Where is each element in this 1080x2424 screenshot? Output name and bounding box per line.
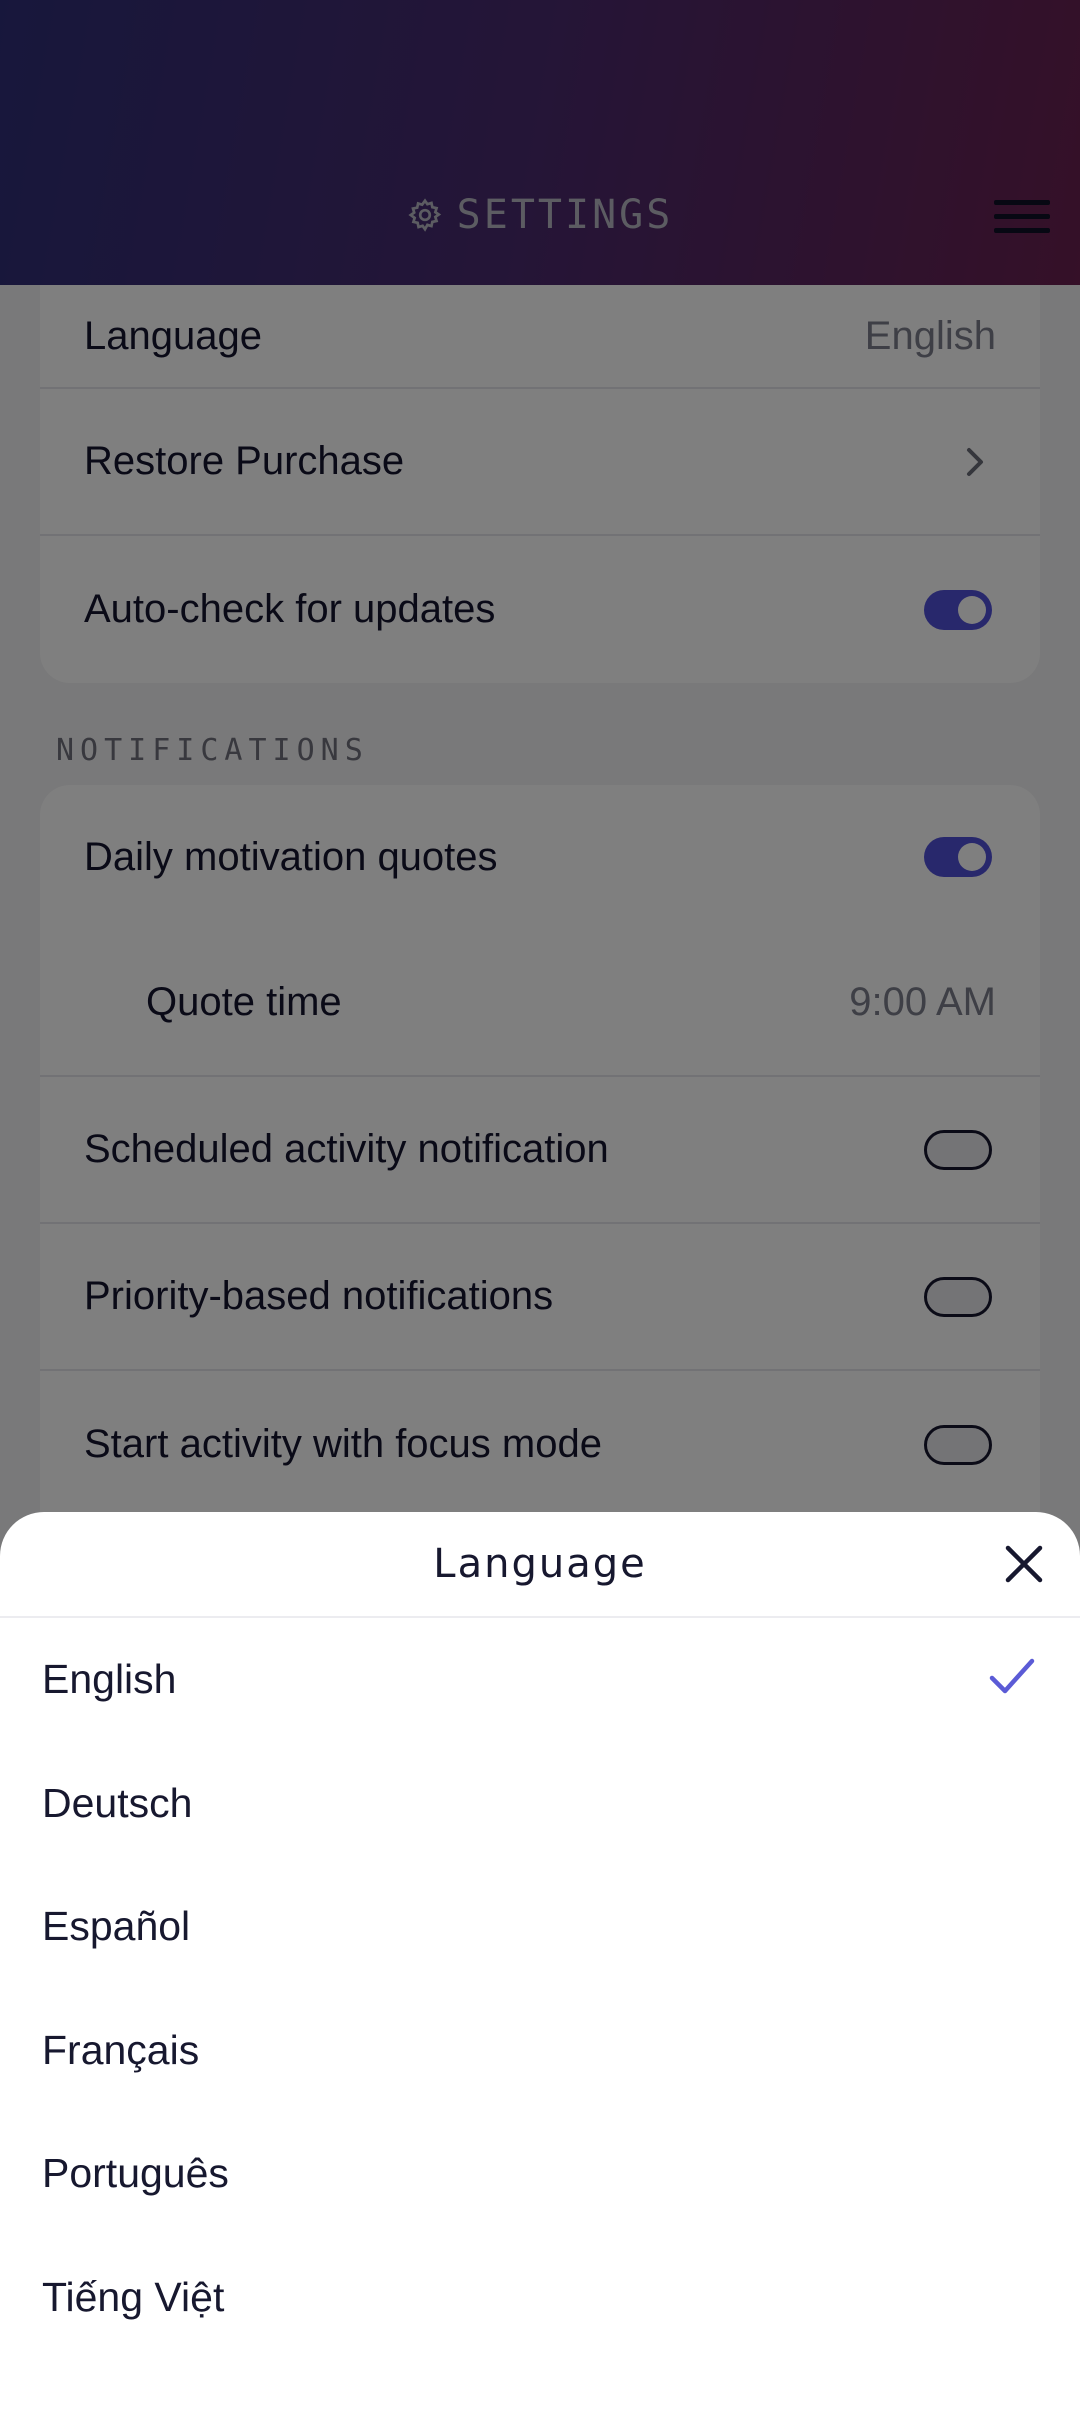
language-option-english[interactable]: English <box>0 1618 1080 1742</box>
language-bottom-sheet: Language English Deutsch Español Françai… <box>0 1512 1080 2424</box>
language-list: English Deutsch Español Français Portugu… <box>0 1618 1080 2359</box>
sheet-header: Language <box>0 1512 1080 1618</box>
language-option-label: Tiếng Việt <box>42 2273 225 2320</box>
language-option-label: Português <box>42 2150 229 2197</box>
language-option-label: Français <box>42 2026 200 2073</box>
language-option-deutsch[interactable]: Deutsch <box>0 1742 1080 1866</box>
language-option-label: Deutsch <box>42 1779 193 1826</box>
language-option-francais[interactable]: Français <box>0 1989 1080 2113</box>
language-option-tieng-viet[interactable]: Tiếng Việt <box>0 2236 1080 2360</box>
language-option-espanol[interactable]: Español <box>0 1865 1080 1989</box>
close-icon[interactable] <box>1002 1542 1046 1586</box>
language-option-portugues[interactable]: Português <box>0 2112 1080 2236</box>
language-option-label: English <box>42 1656 177 1703</box>
language-option-label: Español <box>42 1903 191 1950</box>
sheet-title: Language <box>433 1541 647 1587</box>
checkmark-icon <box>989 1658 1035 1694</box>
